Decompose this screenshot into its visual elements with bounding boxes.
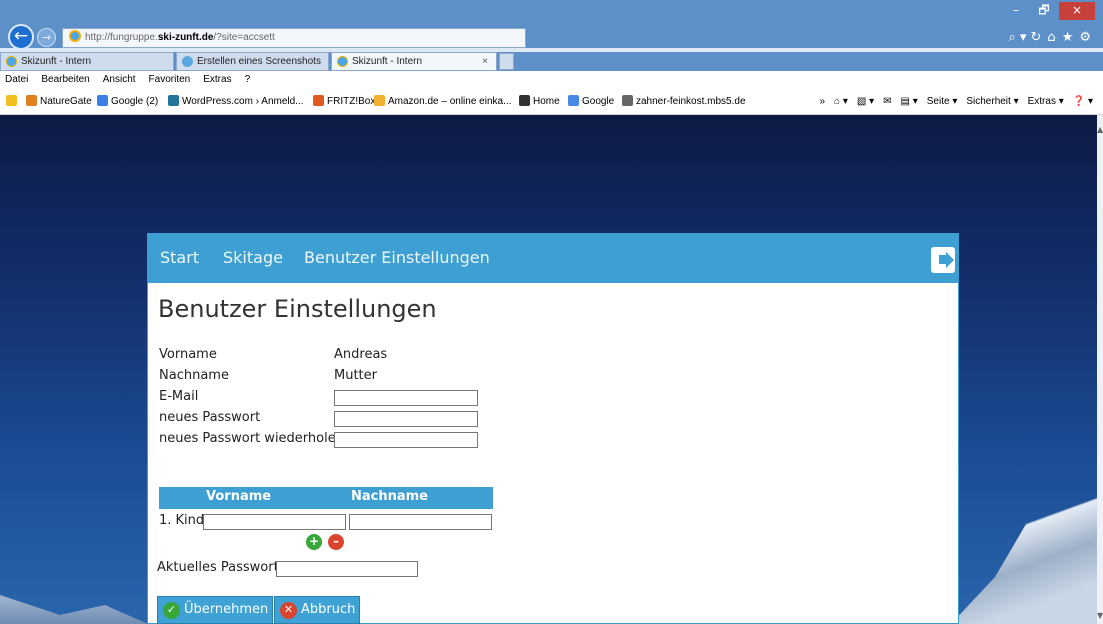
page-content: Start Skitage Benutzer Einstellungen Ben… (0, 115, 1097, 624)
new-password-label: neues Passwort (159, 410, 261, 425)
restore-button[interactable]: 🗗 (1031, 2, 1057, 20)
page-tab-icon (182, 56, 193, 67)
new-tab-button[interactable] (499, 53, 514, 70)
fav-home[interactable]: Home (519, 89, 560, 114)
print-icon[interactable]: ▤ ▾ (901, 89, 918, 114)
scroll-up-icon[interactable]: ▲ (1097, 125, 1103, 134)
tab-screenshots[interactable]: Erstellen eines Screenshots (176, 52, 329, 71)
vorname-value: Andreas (334, 347, 388, 362)
vorname-label: Vorname (159, 347, 217, 362)
x-icon: ✕ (280, 602, 297, 619)
menu-extras[interactable]: Extras (203, 71, 231, 89)
tab-skizunft-active[interactable]: Skizunft - Intern × (331, 52, 497, 71)
mail-icon[interactable]: ✉ (883, 89, 891, 114)
child-vorname-field[interactable] (203, 514, 346, 530)
fav-google-2[interactable]: Google (2) (97, 89, 158, 114)
nav-start[interactable]: Start (160, 248, 199, 267)
menu-datei[interactable]: Datei (5, 71, 28, 89)
mountain-background-left (0, 595, 150, 624)
internet-explorer-icon (69, 30, 81, 42)
page-menu[interactable]: Seite ▾ (927, 89, 958, 114)
search-refresh-icon[interactable]: ⌕ ▾ ↻ (1008, 30, 1041, 45)
nachname-label: Nachname (159, 368, 229, 383)
page-title: Benutzer Einstellungen (158, 295, 437, 323)
tab-skizunft-1[interactable]: Skizunft - Intern (0, 52, 174, 71)
nachname-value: Mutter (334, 368, 377, 383)
chevron-more-icon[interactable]: » (819, 89, 825, 114)
forward-button[interactable]: → (37, 28, 56, 47)
scroll-down-icon[interactable]: ▼ (1097, 611, 1103, 620)
tab-label: Skizunft - Intern (21, 56, 92, 67)
current-password-field[interactable] (276, 561, 418, 577)
fav-zahner-feinkost[interactable]: zahner-feinkost.mbs5.de (622, 89, 746, 114)
browser-titlebar: ← → http://fungruppe.ski-zunft.de/?site=… (0, 0, 1103, 50)
nav-benutzer-einstellungen[interactable]: Benutzer Einstellungen (304, 248, 490, 267)
header-nachname: Nachname (351, 489, 429, 504)
page-scrollbar[interactable]: ▲ ▼ (1097, 115, 1103, 624)
current-password-label: Aktuelles Passwort: (157, 560, 284, 575)
help-icon[interactable]: ❓ ▾ (1073, 89, 1093, 114)
cancel-button[interactable]: ✕ Abbruch (274, 596, 361, 624)
menu-ansicht[interactable]: Ansicht (103, 71, 136, 89)
ie-tab-icon (337, 56, 348, 67)
menu-bearbeiten[interactable]: Bearbeiten (41, 71, 89, 89)
favorites-star-icon[interactable]: ★ (1062, 30, 1074, 45)
extras-menu[interactable]: Extras ▾ (1028, 89, 1064, 114)
tab-label: Erstellen eines Screenshots (197, 56, 321, 67)
nav-skitage[interactable]: Skitage (223, 248, 283, 267)
url-prefix: http://fungruppe. (85, 32, 158, 43)
gear-icon[interactable]: ⚙ (1079, 30, 1091, 45)
new-password-field[interactable] (334, 411, 478, 427)
url-suffix: /?site=accsett (213, 32, 275, 43)
home-icon[interactable]: ⌂ (1047, 30, 1055, 45)
add-child-icon[interactable]: + (306, 534, 322, 550)
tab-bar: Skizunft - Intern Erstellen eines Screen… (0, 52, 1103, 71)
close-button[interactable]: × (1059, 2, 1095, 20)
children-table-header: Vorname Nachname (159, 487, 493, 509)
logout-icon[interactable] (931, 247, 955, 273)
command-bar: » ⌂ ▾ ▧ ▾ ✉ ▤ ▾ Seite ▾ Sicherheit ▾ Ext… (819, 89, 1093, 114)
repeat-password-label: neues Passwort wiederholen (159, 431, 344, 446)
ie-tab-icon (6, 56, 17, 67)
fav-wordpress[interactable]: WordPress.com › Anmeld... (168, 89, 304, 114)
close-tab-icon[interactable]: × (482, 53, 488, 70)
header-vorname: Vorname (206, 489, 272, 504)
remove-child-icon[interactable]: – (328, 534, 344, 550)
email-field[interactable] (334, 390, 478, 406)
feeds-icon[interactable]: ▧ ▾ (857, 89, 874, 114)
security-menu[interactable]: Sicherheit ▾ (966, 89, 1018, 114)
favorites-bar: NatureGate Google (2) WordPress.com › An… (0, 89, 1103, 115)
fav-fritzbox[interactable]: FRITZ!Box (313, 89, 375, 114)
app-navbar: Start Skitage Benutzer Einstellungen (148, 234, 958, 283)
repeat-password-field[interactable] (334, 432, 478, 448)
window-controls: – 🗗 × (1003, 2, 1095, 20)
tab-label: Skizunft - Intern (352, 56, 423, 67)
add-favorite-star-icon[interactable] (6, 89, 20, 114)
home-command-icon[interactable]: ⌂ ▾ (834, 89, 848, 114)
menu-favoriten[interactable]: Favoriten (149, 71, 191, 89)
fav-google[interactable]: Google (568, 89, 614, 114)
settings-panel: Start Skitage Benutzer Einstellungen Ben… (147, 233, 959, 624)
address-bar[interactable]: http://fungruppe.ski-zunft.de/?site=accs… (62, 28, 526, 48)
mountain-background (950, 465, 1097, 624)
browser-right-icons: ⌕ ▾ ↻ ⌂ ★ ⚙ (1008, 30, 1091, 45)
apply-button[interactable]: ✓ Übernehmen (157, 596, 274, 624)
email-label: E-Mail (159, 389, 199, 404)
menu-bar: Datei Bearbeiten Ansicht Favoriten Extra… (0, 71, 1103, 89)
minimize-button[interactable]: – (1003, 2, 1029, 20)
child-nachname-field[interactable] (349, 514, 492, 530)
fav-amazon[interactable]: Amazon.de – online einka... (374, 89, 511, 114)
check-icon: ✓ (163, 602, 180, 619)
fav-naturegate[interactable]: NatureGate (26, 89, 92, 114)
menu-help[interactable]: ? (245, 71, 251, 89)
back-button[interactable]: ← (8, 24, 34, 50)
child-row-label: 1. Kind (159, 513, 205, 528)
url-domain: ski-zunft.de (157, 32, 214, 43)
